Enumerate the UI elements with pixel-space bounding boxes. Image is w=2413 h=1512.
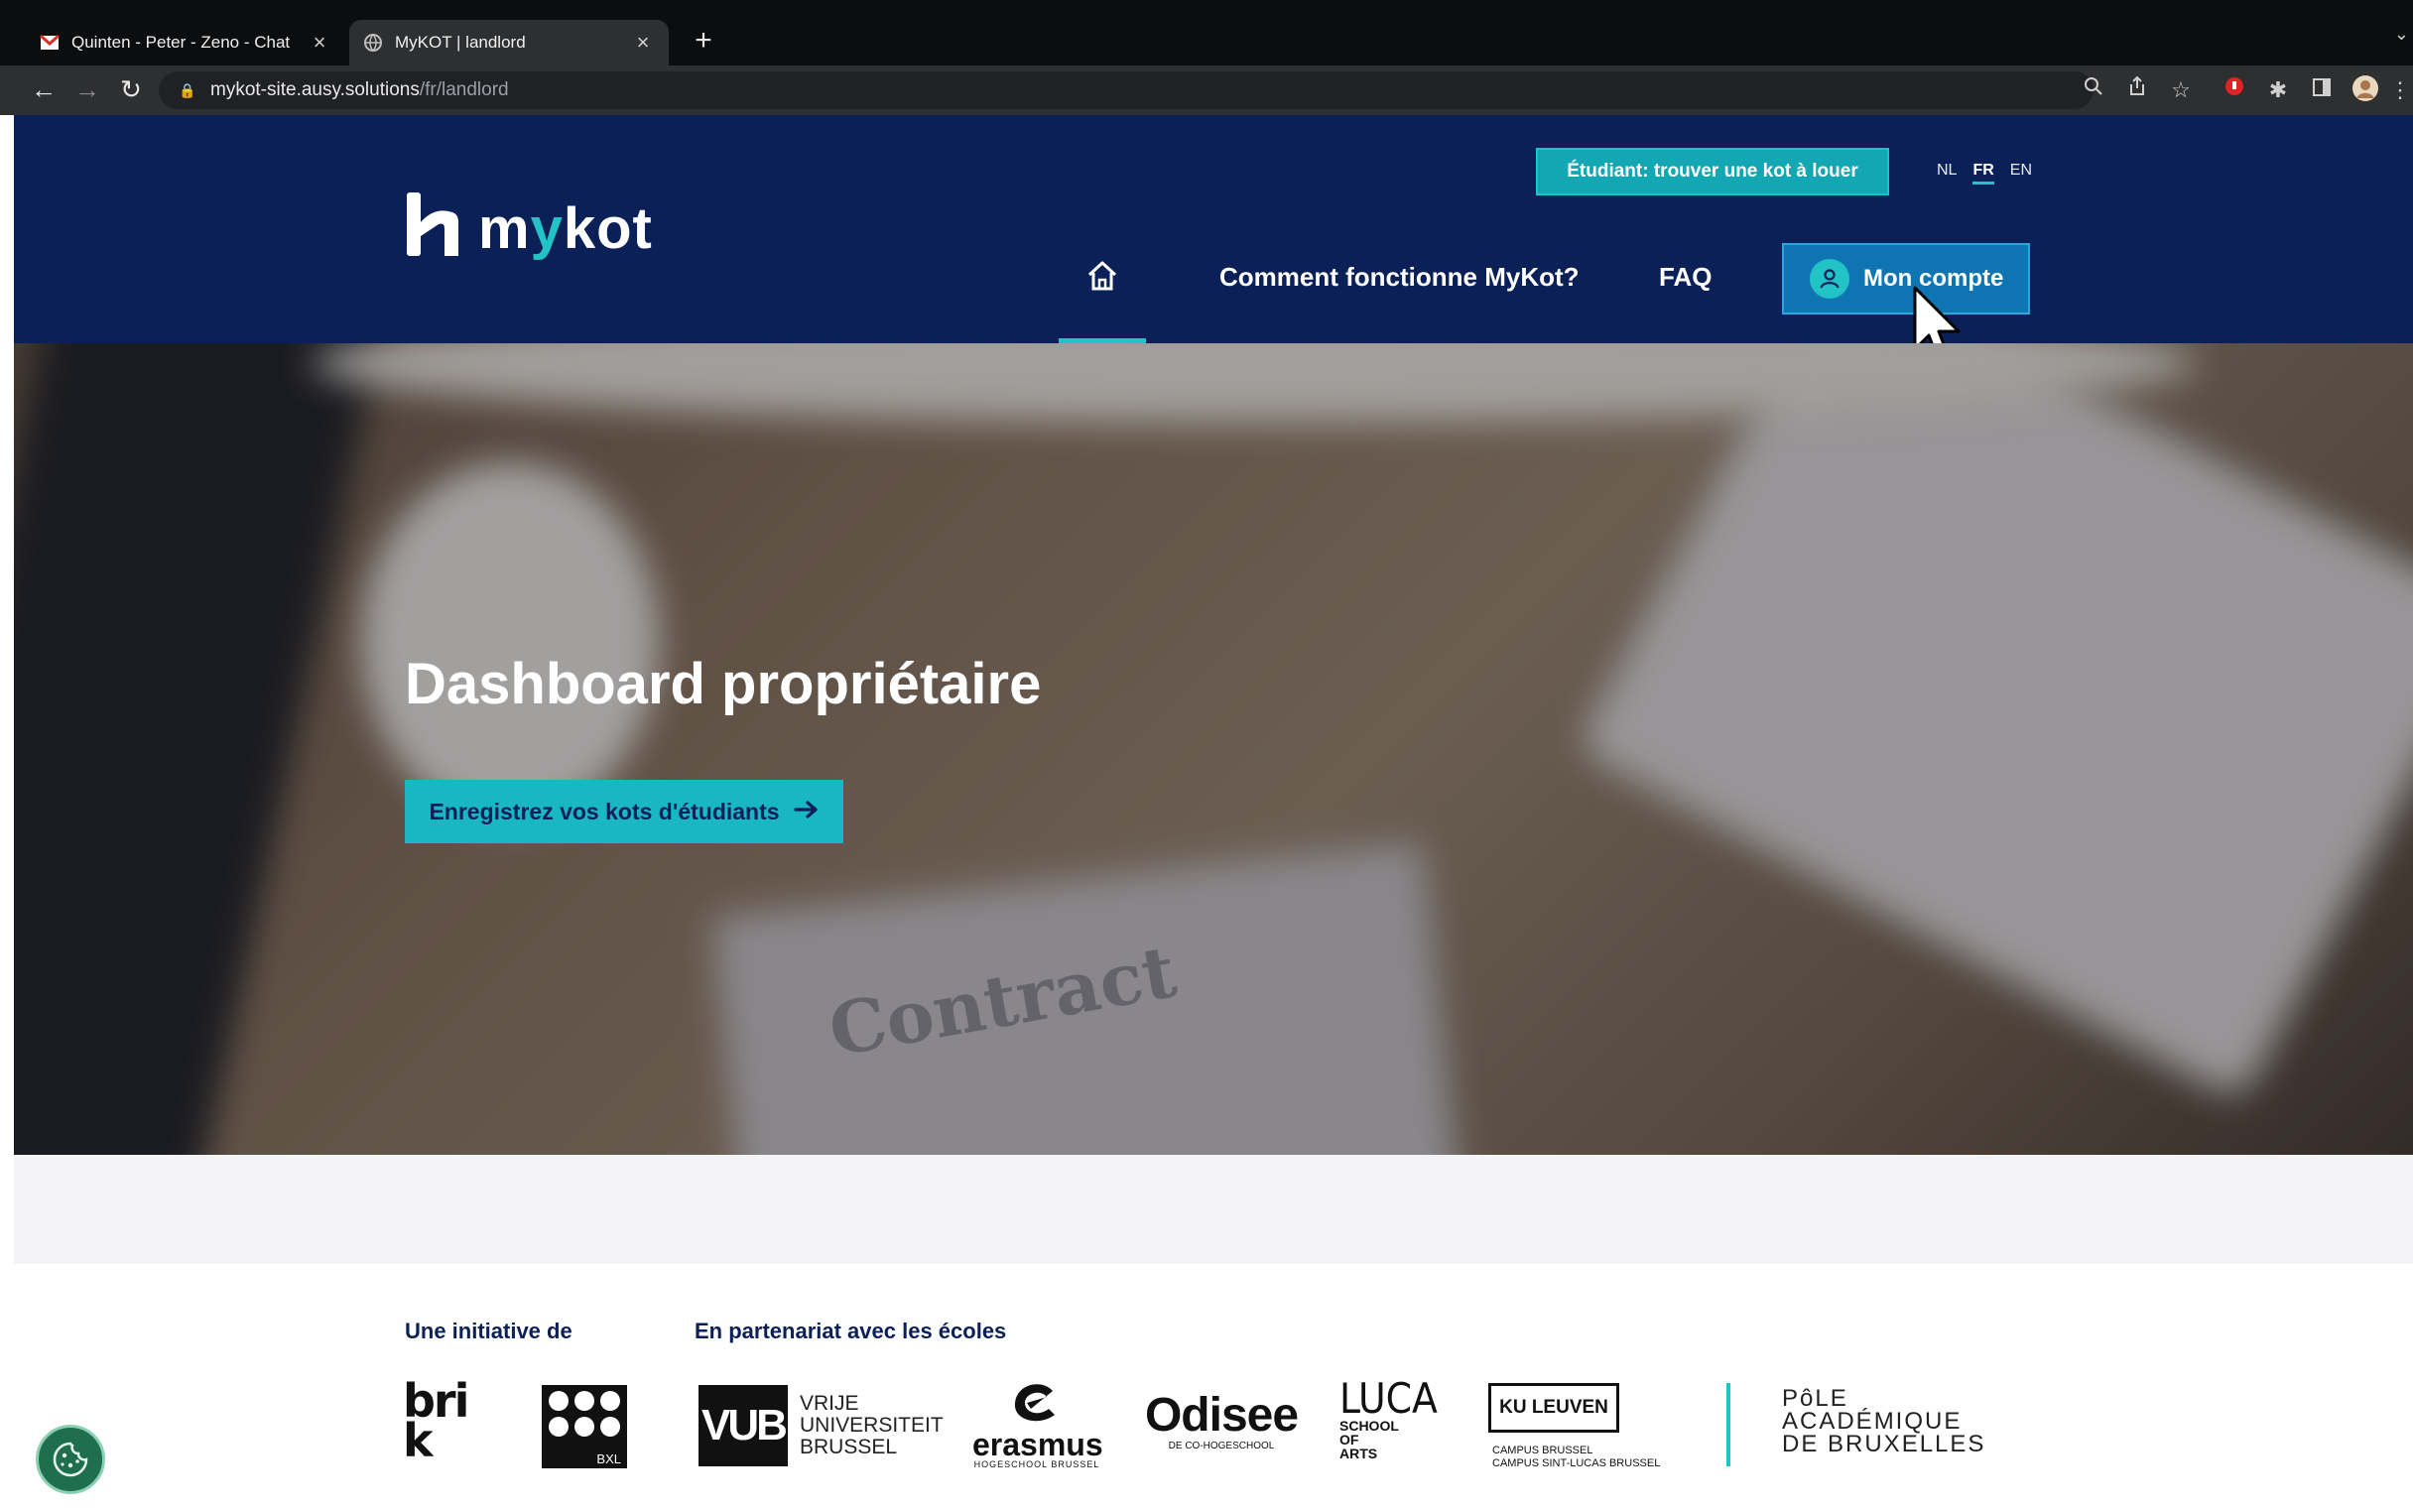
vub-logo[interactable]: VUB VRIJE UNIVERSITEIT BRUSSEL [698,1385,944,1466]
partners-footer: Une initiative de En partenariat avec le… [14,1264,2413,1512]
partners-divider [1726,1383,1730,1466]
cookie-settings-button[interactable] [36,1425,105,1494]
browser-tab-chat[interactable]: Quinten - Peter - Zeno - Chat × [26,20,345,65]
extension-red-icon[interactable] [2219,74,2250,106]
lang-nl[interactable]: NL [1937,162,1957,185]
tab-search-chevron-icon[interactable]: ⌄ [2394,24,2409,45]
logo-wordmark: mykot [478,195,653,261]
bxl-logo[interactable]: BXL [542,1385,627,1468]
gmail-favicon-icon [40,33,60,53]
browser-menu-icon[interactable]: ⋮ [2389,74,2411,106]
register-kots-button[interactable]: Enregistrez vos kots d'étudiants [405,780,843,843]
close-tab-icon[interactable]: × [308,30,331,56]
section-spacer [14,1155,2413,1264]
page-title: Dashboard propriétaire [405,652,1042,716]
url-path: /fr/landlord [419,79,509,100]
forward-icon[interactable]: → [69,71,105,107]
tab-title: Quinten - Peter - Zeno - Chat [71,33,291,52]
lang-en[interactable]: EN [2010,162,2032,185]
tab-title: MyKOT | landlord [395,33,526,52]
user-icon [1810,259,1849,299]
close-tab-icon[interactable]: × [631,30,655,56]
ku-leuven-logo[interactable]: KU LEUVEN CAMPUS BRUSSEL CAMPUS SINT-LUC… [1488,1383,1660,1470]
pole-academique-logo[interactable]: PôLE ACADÉMIQUE DE BRUXELLES [1782,1387,1985,1456]
lang-fr[interactable]: FR [1972,162,1994,185]
mykot-k-icon [405,192,460,264]
partners-label: En partenariat avec les écoles [695,1319,1007,1343]
globe-favicon-icon [363,33,383,53]
zoom-icon[interactable] [2078,74,2109,106]
back-icon[interactable]: ← [26,71,62,107]
browser-tab-bar: Quinten - Peter - Zeno - Chat × MyKOT | … [0,0,2413,65]
browser-toolbar: ← → ↻ 🔒 mykot-site.ausy.solutions /fr/la… [0,65,2413,115]
language-switcher: NL FR EN [1937,162,2032,185]
home-icon [1085,259,1119,343]
brik-logo[interactable]: brik [403,1378,494,1463]
nav-how-it-works[interactable]: Comment fonctionne MyKot? [1219,262,1580,293]
address-bar[interactable]: 🔒 mykot-site.ausy.solutions /fr/landlord [159,71,2094,109]
luca-logo[interactable]: LUCA SCHOOL OF ARTS [1339,1378,1438,1461]
side-panel-icon[interactable] [2306,74,2338,106]
hero-banner: Contract Dashboard propriétaire Enregist… [14,343,2413,1155]
erasmus-logo[interactable]: erasmus HOGESCHOOL BRUSSEL [972,1381,1103,1469]
arrow-right-icon [793,799,820,825]
nav-faq[interactable]: FAQ [1659,262,1712,293]
extensions-puzzle-icon[interactable]: ✱ [2262,74,2294,106]
site-header: mykot Étudiant: trouver une kot à louer … [14,115,2413,343]
nav-home[interactable] [1059,249,1146,343]
profile-avatar-icon[interactable] [2350,74,2381,106]
my-account-button[interactable]: Mon compte [1782,243,2030,315]
odisee-logo[interactable]: Odisee DE CO-HOGESCHOOL [1137,1391,1306,1452]
new-tab-icon[interactable]: + [689,24,718,58]
browser-tab-mykot[interactable]: MyKOT | landlord × [349,20,669,65]
student-find-kot-button[interactable]: Étudiant: trouver une kot à louer [1536,148,1889,195]
lock-icon: 🔒 [179,81,196,98]
share-icon[interactable] [2121,74,2153,106]
mykot-logo[interactable]: mykot [405,192,653,264]
reload-icon[interactable]: ↻ [113,71,149,107]
url-host: mykot-site.ausy.solutions [210,79,420,100]
register-kots-label: Enregistrez vos kots d'étudiants [429,798,780,824]
initiative-label: Une initiative de [405,1319,572,1343]
erasmus-e-icon [1014,1384,1055,1422]
cookie-icon [53,1442,88,1477]
bookmark-star-icon[interactable]: ☆ [2165,74,2197,106]
